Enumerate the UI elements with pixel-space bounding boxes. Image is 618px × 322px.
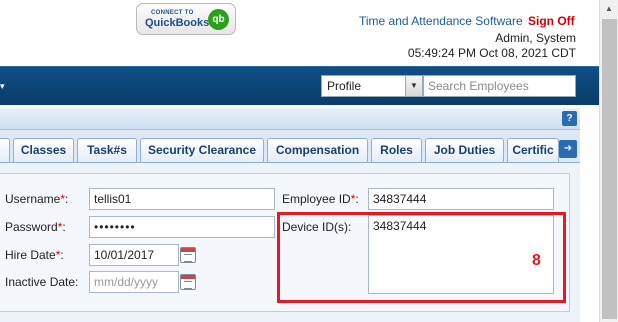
time-attendance-link[interactable]: Time and Attendance Software xyxy=(359,14,523,28)
page-scrollbar[interactable]: ▲ xyxy=(599,0,618,322)
employee-id-input[interactable]: 34837444 xyxy=(368,188,554,210)
calendar-icon[interactable] xyxy=(180,247,196,263)
username-label: Username*: xyxy=(5,192,69,206)
dropdown-arrow-icon[interactable]: ▼ xyxy=(405,76,422,96)
connect-quickbooks-button[interactable]: CONNECT TO QuickBooks qb xyxy=(136,3,236,35)
tab-tasks[interactable]: Task#s xyxy=(77,138,137,162)
sign-off-link[interactable]: Sign Off xyxy=(528,14,575,28)
annotation-number: 8 xyxy=(532,252,541,269)
password-label: Password*: xyxy=(5,220,66,234)
quickbooks-connect-text: CONNECT TO xyxy=(151,10,194,16)
tab-job-duties[interactable]: Job Duties xyxy=(425,138,504,162)
profile-select[interactable]: Profile ▼ xyxy=(321,75,423,97)
main-navbar: ▾ Profile ▼ xyxy=(0,66,599,105)
quickbooks-name-text: QuickBooks xyxy=(145,17,210,29)
scroll-up-icon[interactable]: ▲ xyxy=(600,0,618,17)
current-user: Admin, System xyxy=(495,31,576,45)
tab-compensation[interactable]: Compensation xyxy=(267,138,368,162)
annotation-highlight-box xyxy=(277,212,566,303)
tab-previous[interactable] xyxy=(0,138,10,162)
tab-scroll-right-icon[interactable]: ➜ xyxy=(559,140,577,158)
employee-id-label: Employee ID*: xyxy=(282,192,359,206)
menu-caret-icon[interactable]: ▾ xyxy=(0,81,5,92)
password-input[interactable]: •••••••• xyxy=(89,216,275,238)
calendar-icon[interactable] xyxy=(180,274,196,290)
hire-date-input[interactable]: 10/01/2017 xyxy=(89,244,179,266)
inactive-date-label: Inactive Date: xyxy=(5,275,79,289)
inactive-date-input[interactable]: mm/dd/yyyy xyxy=(89,271,179,293)
tab-roles[interactable]: Roles xyxy=(371,138,422,162)
profile-select-value: Profile xyxy=(327,79,362,93)
tab-security-clearance[interactable]: Security Clearance xyxy=(140,138,264,162)
quickbooks-icon: qb xyxy=(208,9,229,30)
username-input[interactable]: tellis01 xyxy=(89,188,275,210)
help-icon[interactable]: ? xyxy=(562,111,577,126)
hire-date-label: Hire Date*: xyxy=(5,248,64,262)
current-datetime: 05:49:24 PM Oct 08, 2021 CDT xyxy=(407,46,576,60)
tab-classes[interactable]: Classes xyxy=(13,138,74,162)
panel-header xyxy=(0,108,580,130)
search-employees-input[interactable] xyxy=(423,75,576,97)
tab-certifications[interactable]: Certific xyxy=(507,138,559,162)
scrollbar-thumb[interactable] xyxy=(602,19,617,319)
